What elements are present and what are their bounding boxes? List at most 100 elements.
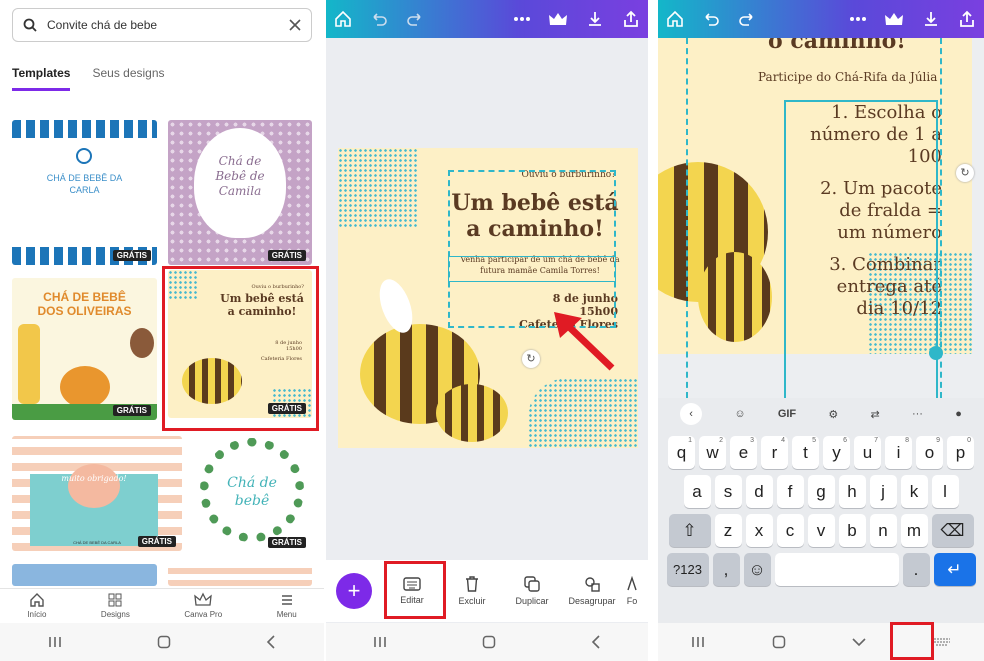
key-e[interactable]: e3: [730, 436, 757, 469]
template-card-cha-bebe[interactable]: Chá de bebê GRÁTIS: [192, 432, 312, 552]
bee-small-image: [436, 384, 508, 442]
template-card-oliveiras[interactable]: CHÁ DE BEBÊ DOS OLIVEIRAS GRÁTIS: [12, 278, 157, 420]
sticker-icon[interactable]: ☺: [734, 408, 745, 420]
crown-icon[interactable]: [884, 11, 904, 27]
key-f[interactable]: f: [776, 475, 804, 508]
key-i[interactable]: i8: [885, 436, 912, 469]
crown-icon[interactable]: [548, 11, 568, 27]
backspace-key[interactable]: ⌫: [931, 514, 974, 547]
key-w[interactable]: w2: [699, 436, 726, 469]
key-r[interactable]: r4: [761, 436, 788, 469]
key-l[interactable]: l: [931, 475, 959, 508]
close-icon[interactable]: [289, 19, 301, 31]
download-icon[interactable]: [586, 10, 604, 28]
period-key[interactable]: .: [902, 553, 930, 586]
key-m[interactable]: m: [900, 514, 928, 547]
home-button-icon[interactable]: [482, 635, 496, 649]
resize-handle[interactable]: [929, 346, 943, 360]
key-h[interactable]: h: [838, 475, 866, 508]
text-selection-box[interactable]: [784, 100, 938, 398]
key-z[interactable]: z: [714, 514, 742, 547]
settings-icon[interactable]: ⚙: [828, 408, 838, 421]
key-p[interactable]: p0: [947, 436, 974, 469]
key-j[interactable]: j: [869, 475, 897, 508]
design-canvas[interactable]: Ouviu o burburinho? Um bebê está a camin…: [338, 148, 638, 448]
delete-button[interactable]: Excluir: [442, 576, 502, 606]
recents-icon[interactable]: [373, 636, 387, 648]
symbols-key[interactable]: ?123: [666, 553, 709, 586]
duplicate-button[interactable]: Duplicar: [502, 576, 562, 606]
home-button-icon[interactable]: [157, 635, 171, 649]
nav-menu[interactable]: Menu: [277, 589, 297, 624]
key-number-hint: 1: [688, 437, 692, 444]
back-icon[interactable]: [591, 635, 601, 649]
font-button[interactable]: Fo: [622, 576, 642, 606]
lion-image: [60, 366, 110, 408]
home-icon[interactable]: [666, 10, 684, 28]
shift-key[interactable]: ⇧: [668, 514, 711, 547]
keyboard-switch-icon[interactable]: [933, 637, 951, 647]
comma-key[interactable]: ,: [712, 553, 740, 586]
design-canvas-zoomed[interactable]: o caminho! Participe do Chá-Rifa da Júli…: [658, 38, 984, 398]
key-d[interactable]: d: [745, 475, 773, 508]
rotate-handle-icon[interactable]: ↻: [522, 350, 540, 368]
undo-icon[interactable]: [702, 10, 720, 28]
translate-icon[interactable]: ⇄: [871, 408, 880, 421]
mic-icon[interactable]: ●: [955, 408, 962, 420]
redo-icon[interactable]: [406, 10, 424, 28]
search-input[interactable]: Convite chá de bebe: [47, 18, 279, 32]
template-card-obrigado[interactable]: muito obrigado! CHÁ DE BEBÊ DA CARLA GRÁ…: [12, 436, 182, 551]
template-card-camila[interactable]: Chá de Bebê de Camila GRÁTIS: [168, 120, 312, 265]
more-icon[interactable]: [850, 16, 866, 22]
redo-icon[interactable]: [738, 10, 756, 28]
key-q[interactable]: q1: [668, 436, 695, 469]
recents-icon[interactable]: [48, 636, 62, 648]
undo-icon[interactable]: [370, 10, 388, 28]
space-key[interactable]: [774, 553, 899, 586]
chevron-left-icon[interactable]: ‹: [680, 403, 703, 425]
nav-canva-pro[interactable]: Canva Pro: [184, 589, 222, 624]
rotate-handle-icon[interactable]: ↻: [956, 164, 974, 182]
ungroup-icon: [585, 577, 600, 592]
key-c[interactable]: c: [776, 514, 804, 547]
tab-seus-designs[interactable]: Seus designs: [92, 66, 164, 91]
tab-templates[interactable]: Templates: [12, 66, 71, 91]
ungroup-button[interactable]: Desagrupar: [562, 576, 622, 606]
key-y[interactable]: y6: [823, 436, 850, 469]
search-bar[interactable]: Convite chá de bebe: [12, 8, 312, 42]
more-icon[interactable]: [514, 16, 530, 22]
share-icon[interactable]: [622, 10, 640, 28]
key-k[interactable]: k: [900, 475, 928, 508]
home-icon[interactable]: [334, 10, 352, 28]
gif-button[interactable]: GIF: [778, 408, 796, 420]
key-n[interactable]: n: [869, 514, 897, 547]
enter-key[interactable]: ↵: [933, 553, 976, 586]
emoji-key[interactable]: ☺: [743, 553, 771, 586]
download-icon[interactable]: [922, 10, 940, 28]
key-b[interactable]: b: [838, 514, 866, 547]
nav-label: Menu: [276, 610, 297, 619]
key-t[interactable]: t5: [792, 436, 819, 469]
key-o[interactable]: o9: [916, 436, 943, 469]
key-v[interactable]: v: [807, 514, 835, 547]
template-card-partial[interactable]: [168, 564, 312, 586]
chevron-down-icon[interactable]: [852, 637, 866, 647]
key-g[interactable]: g: [807, 475, 835, 508]
crown-icon: [194, 592, 213, 606]
home-button-icon[interactable]: [772, 635, 786, 649]
key-u[interactable]: u7: [854, 436, 881, 469]
key-label: q: [676, 442, 687, 462]
template-card-partial[interactable]: [12, 564, 157, 586]
add-button[interactable]: +: [336, 573, 372, 609]
recents-icon[interactable]: [691, 636, 705, 648]
key-x[interactable]: x: [745, 514, 773, 547]
back-icon[interactable]: [266, 635, 276, 649]
more-icon[interactable]: ···: [912, 408, 923, 420]
nav-inicio[interactable]: Início: [27, 589, 46, 624]
template-card-carla[interactable]: CHÁ DE BEBÊ DA CARLA GRÁTIS: [12, 120, 157, 265]
share-icon[interactable]: [958, 10, 976, 28]
nav-designs[interactable]: Designs: [101, 589, 130, 624]
template-panel: Convite chá de bebe Templates Seus desig…: [0, 0, 324, 661]
key-a[interactable]: a: [683, 475, 711, 508]
key-s[interactable]: s: [714, 475, 742, 508]
